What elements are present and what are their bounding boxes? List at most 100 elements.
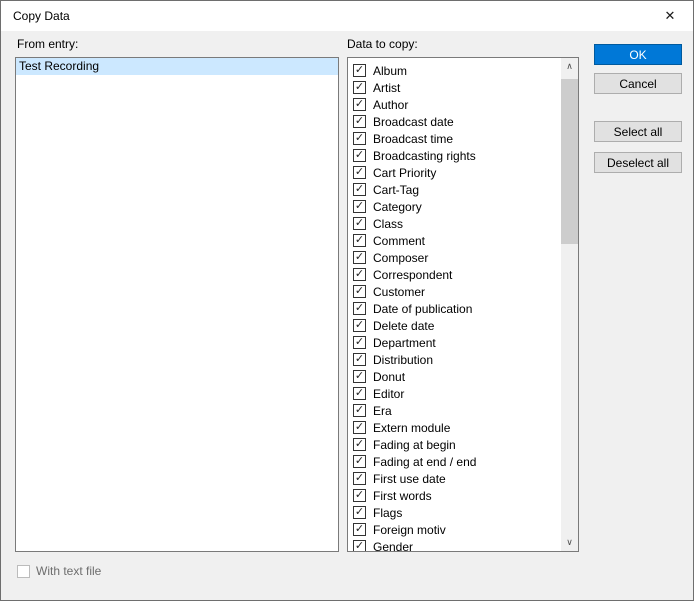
data-field-label: Broadcast time bbox=[373, 132, 453, 146]
checked-checkbox[interactable]: ✓ bbox=[353, 98, 366, 111]
data-field-label: Extern module bbox=[373, 421, 450, 435]
with-text-file-checkbox-group[interactable]: With text file bbox=[17, 564, 101, 578]
scrollbar[interactable]: ∧ ∨ bbox=[561, 58, 578, 551]
data-field-label: Cart-Tag bbox=[373, 183, 419, 197]
data-field-row[interactable]: ✓ Donut bbox=[348, 368, 561, 385]
data-field-row[interactable]: ✓Era bbox=[348, 402, 561, 419]
checked-checkbox[interactable]: ✓ bbox=[353, 455, 366, 468]
checked-checkbox[interactable]: ✓ bbox=[353, 183, 366, 196]
data-field-row[interactable]: ✓ Customer bbox=[348, 283, 561, 300]
select-all-button[interactable]: Select all bbox=[594, 121, 682, 142]
checked-checkbox[interactable]: ✓ bbox=[353, 370, 366, 383]
data-field-row[interactable]: ✓ Album bbox=[348, 62, 561, 79]
with-text-file-checkbox[interactable] bbox=[17, 565, 30, 578]
data-field-row[interactable]: ✓Class bbox=[348, 215, 561, 232]
copy-data-dialog: Copy Data ✕ From entry: Data to copy: Te… bbox=[0, 0, 694, 601]
checked-checkbox[interactable]: ✓ bbox=[353, 132, 366, 145]
data-field-row[interactable]: ✓ Extern module bbox=[348, 419, 561, 436]
data-field-row[interactable]: ✓ Foreign motiv bbox=[348, 521, 561, 538]
data-field-row[interactable]: ✓Fading at begin bbox=[348, 436, 561, 453]
data-field-row[interactable]: ✓ Distribution bbox=[348, 351, 561, 368]
data-to-copy-listbox: ✓Album✓Artist✓Author✓Broadcast date✓Broa… bbox=[347, 57, 579, 552]
titlebar: Copy Data ✕ bbox=[1, 1, 693, 31]
checked-checkbox[interactable]: ✓ bbox=[353, 234, 366, 247]
checked-checkbox[interactable]: ✓ bbox=[353, 302, 366, 315]
data-field-row[interactable]: ✓ Fading at end / end bbox=[348, 453, 561, 470]
entry-list-item[interactable]: Test Recording bbox=[16, 58, 338, 75]
data-field-row[interactable]: ✓ Broadcast time bbox=[348, 130, 561, 147]
checkbox-rows: ✓Album✓Artist✓Author✓Broadcast date✓Broa… bbox=[348, 58, 561, 551]
data-field-label: First words bbox=[373, 489, 432, 503]
scroll-down-button[interactable]: ∨ bbox=[561, 534, 578, 551]
scroll-down-icon: ∨ bbox=[566, 537, 573, 548]
data-field-label: Gender bbox=[373, 540, 413, 552]
data-field-row[interactable]: ✓ Date of publication bbox=[348, 300, 561, 317]
checked-checkbox[interactable]: ✓ bbox=[353, 166, 366, 179]
checked-checkbox[interactable]: ✓ bbox=[353, 523, 366, 536]
data-field-label: Cart Priority bbox=[373, 166, 436, 180]
data-field-label: Correspondent bbox=[373, 268, 452, 282]
checked-checkbox[interactable]: ✓ bbox=[353, 115, 366, 128]
checked-checkbox[interactable]: ✓ bbox=[353, 149, 366, 162]
cancel-button[interactable]: Cancel bbox=[594, 73, 682, 94]
data-field-row[interactable]: ✓ First words bbox=[348, 487, 561, 504]
data-field-label: Delete date bbox=[373, 319, 434, 333]
from-entry-label: From entry: bbox=[17, 37, 78, 51]
data-field-row[interactable]: ✓ Cart Priority bbox=[348, 164, 561, 181]
data-field-row[interactable]: ✓First use date bbox=[348, 470, 561, 487]
checked-checkbox[interactable]: ✓ bbox=[353, 217, 366, 230]
checked-checkbox[interactable]: ✓ bbox=[353, 506, 366, 519]
data-field-row[interactable]: ✓ Artist bbox=[348, 79, 561, 96]
data-field-label: Composer bbox=[373, 251, 428, 265]
data-field-row[interactable]: ✓ Correspondent bbox=[348, 266, 561, 283]
data-field-label: Date of publication bbox=[373, 302, 472, 316]
data-field-row[interactable]: ✓ Gender bbox=[348, 538, 561, 551]
checked-checkbox[interactable]: ✓ bbox=[353, 421, 366, 434]
data-field-row[interactable]: ✓ Composer bbox=[348, 249, 561, 266]
checked-checkbox[interactable]: ✓ bbox=[353, 81, 366, 94]
close-icon: ✕ bbox=[665, 8, 676, 24]
data-field-row[interactable]: ✓ Author bbox=[348, 96, 561, 113]
data-field-label: Customer bbox=[373, 285, 425, 299]
checked-checkbox[interactable]: ✓ bbox=[353, 64, 366, 77]
checked-checkbox[interactable]: ✓ bbox=[353, 268, 366, 281]
from-entry-listbox[interactable]: Test Recording bbox=[15, 57, 339, 552]
checked-checkbox[interactable]: ✓ bbox=[353, 353, 366, 366]
checked-checkbox[interactable]: ✓ bbox=[353, 200, 366, 213]
scroll-up-button[interactable]: ∧ bbox=[561, 58, 578, 75]
checked-checkbox[interactable]: ✓ bbox=[353, 285, 366, 298]
data-field-label: Author bbox=[373, 98, 408, 112]
data-field-label: Foreign motiv bbox=[373, 523, 446, 537]
checked-checkbox[interactable]: ✓ bbox=[353, 404, 366, 417]
checked-checkbox[interactable]: ✓ bbox=[353, 472, 366, 485]
checked-checkbox[interactable]: ✓ bbox=[353, 489, 366, 502]
data-field-row[interactable]: ✓ Flags bbox=[348, 504, 561, 521]
data-field-row[interactable]: ✓Comment bbox=[348, 232, 561, 249]
data-field-label: Donut bbox=[373, 370, 405, 384]
data-field-label: Distribution bbox=[373, 353, 433, 367]
data-field-label: Editor bbox=[373, 387, 404, 401]
checked-checkbox[interactable]: ✓ bbox=[353, 251, 366, 264]
checked-checkbox[interactable]: ✓ bbox=[353, 336, 366, 349]
scrollbar-thumb[interactable] bbox=[561, 79, 578, 244]
data-field-label: Broadcast date bbox=[373, 115, 454, 129]
data-field-label: Flags bbox=[373, 506, 402, 520]
data-field-row[interactable]: ✓Broadcasting rights bbox=[348, 147, 561, 164]
data-field-row[interactable]: ✓Department bbox=[348, 334, 561, 351]
data-field-row[interactable]: ✓Category bbox=[348, 198, 561, 215]
scroll-up-icon: ∧ bbox=[566, 61, 573, 72]
checked-checkbox[interactable]: ✓ bbox=[353, 319, 366, 332]
checked-checkbox[interactable]: ✓ bbox=[353, 438, 366, 451]
data-field-label: Fading at end / end bbox=[373, 455, 476, 469]
data-field-row[interactable]: ✓ Broadcast date bbox=[348, 113, 561, 130]
data-field-row[interactable]: ✓ Editor bbox=[348, 385, 561, 402]
close-button[interactable]: ✕ bbox=[647, 1, 693, 31]
data-field-label: Artist bbox=[373, 81, 400, 95]
data-field-row[interactable]: ✓ Cart-Tag bbox=[348, 181, 561, 198]
data-field-row[interactable]: ✓ Delete date bbox=[348, 317, 561, 334]
ok-button[interactable]: OK bbox=[594, 44, 682, 65]
checked-checkbox[interactable]: ✓ bbox=[353, 387, 366, 400]
deselect-all-button[interactable]: Deselect all bbox=[594, 152, 682, 173]
checked-checkbox[interactable]: ✓ bbox=[353, 540, 366, 551]
data-field-label: Album bbox=[373, 64, 407, 78]
